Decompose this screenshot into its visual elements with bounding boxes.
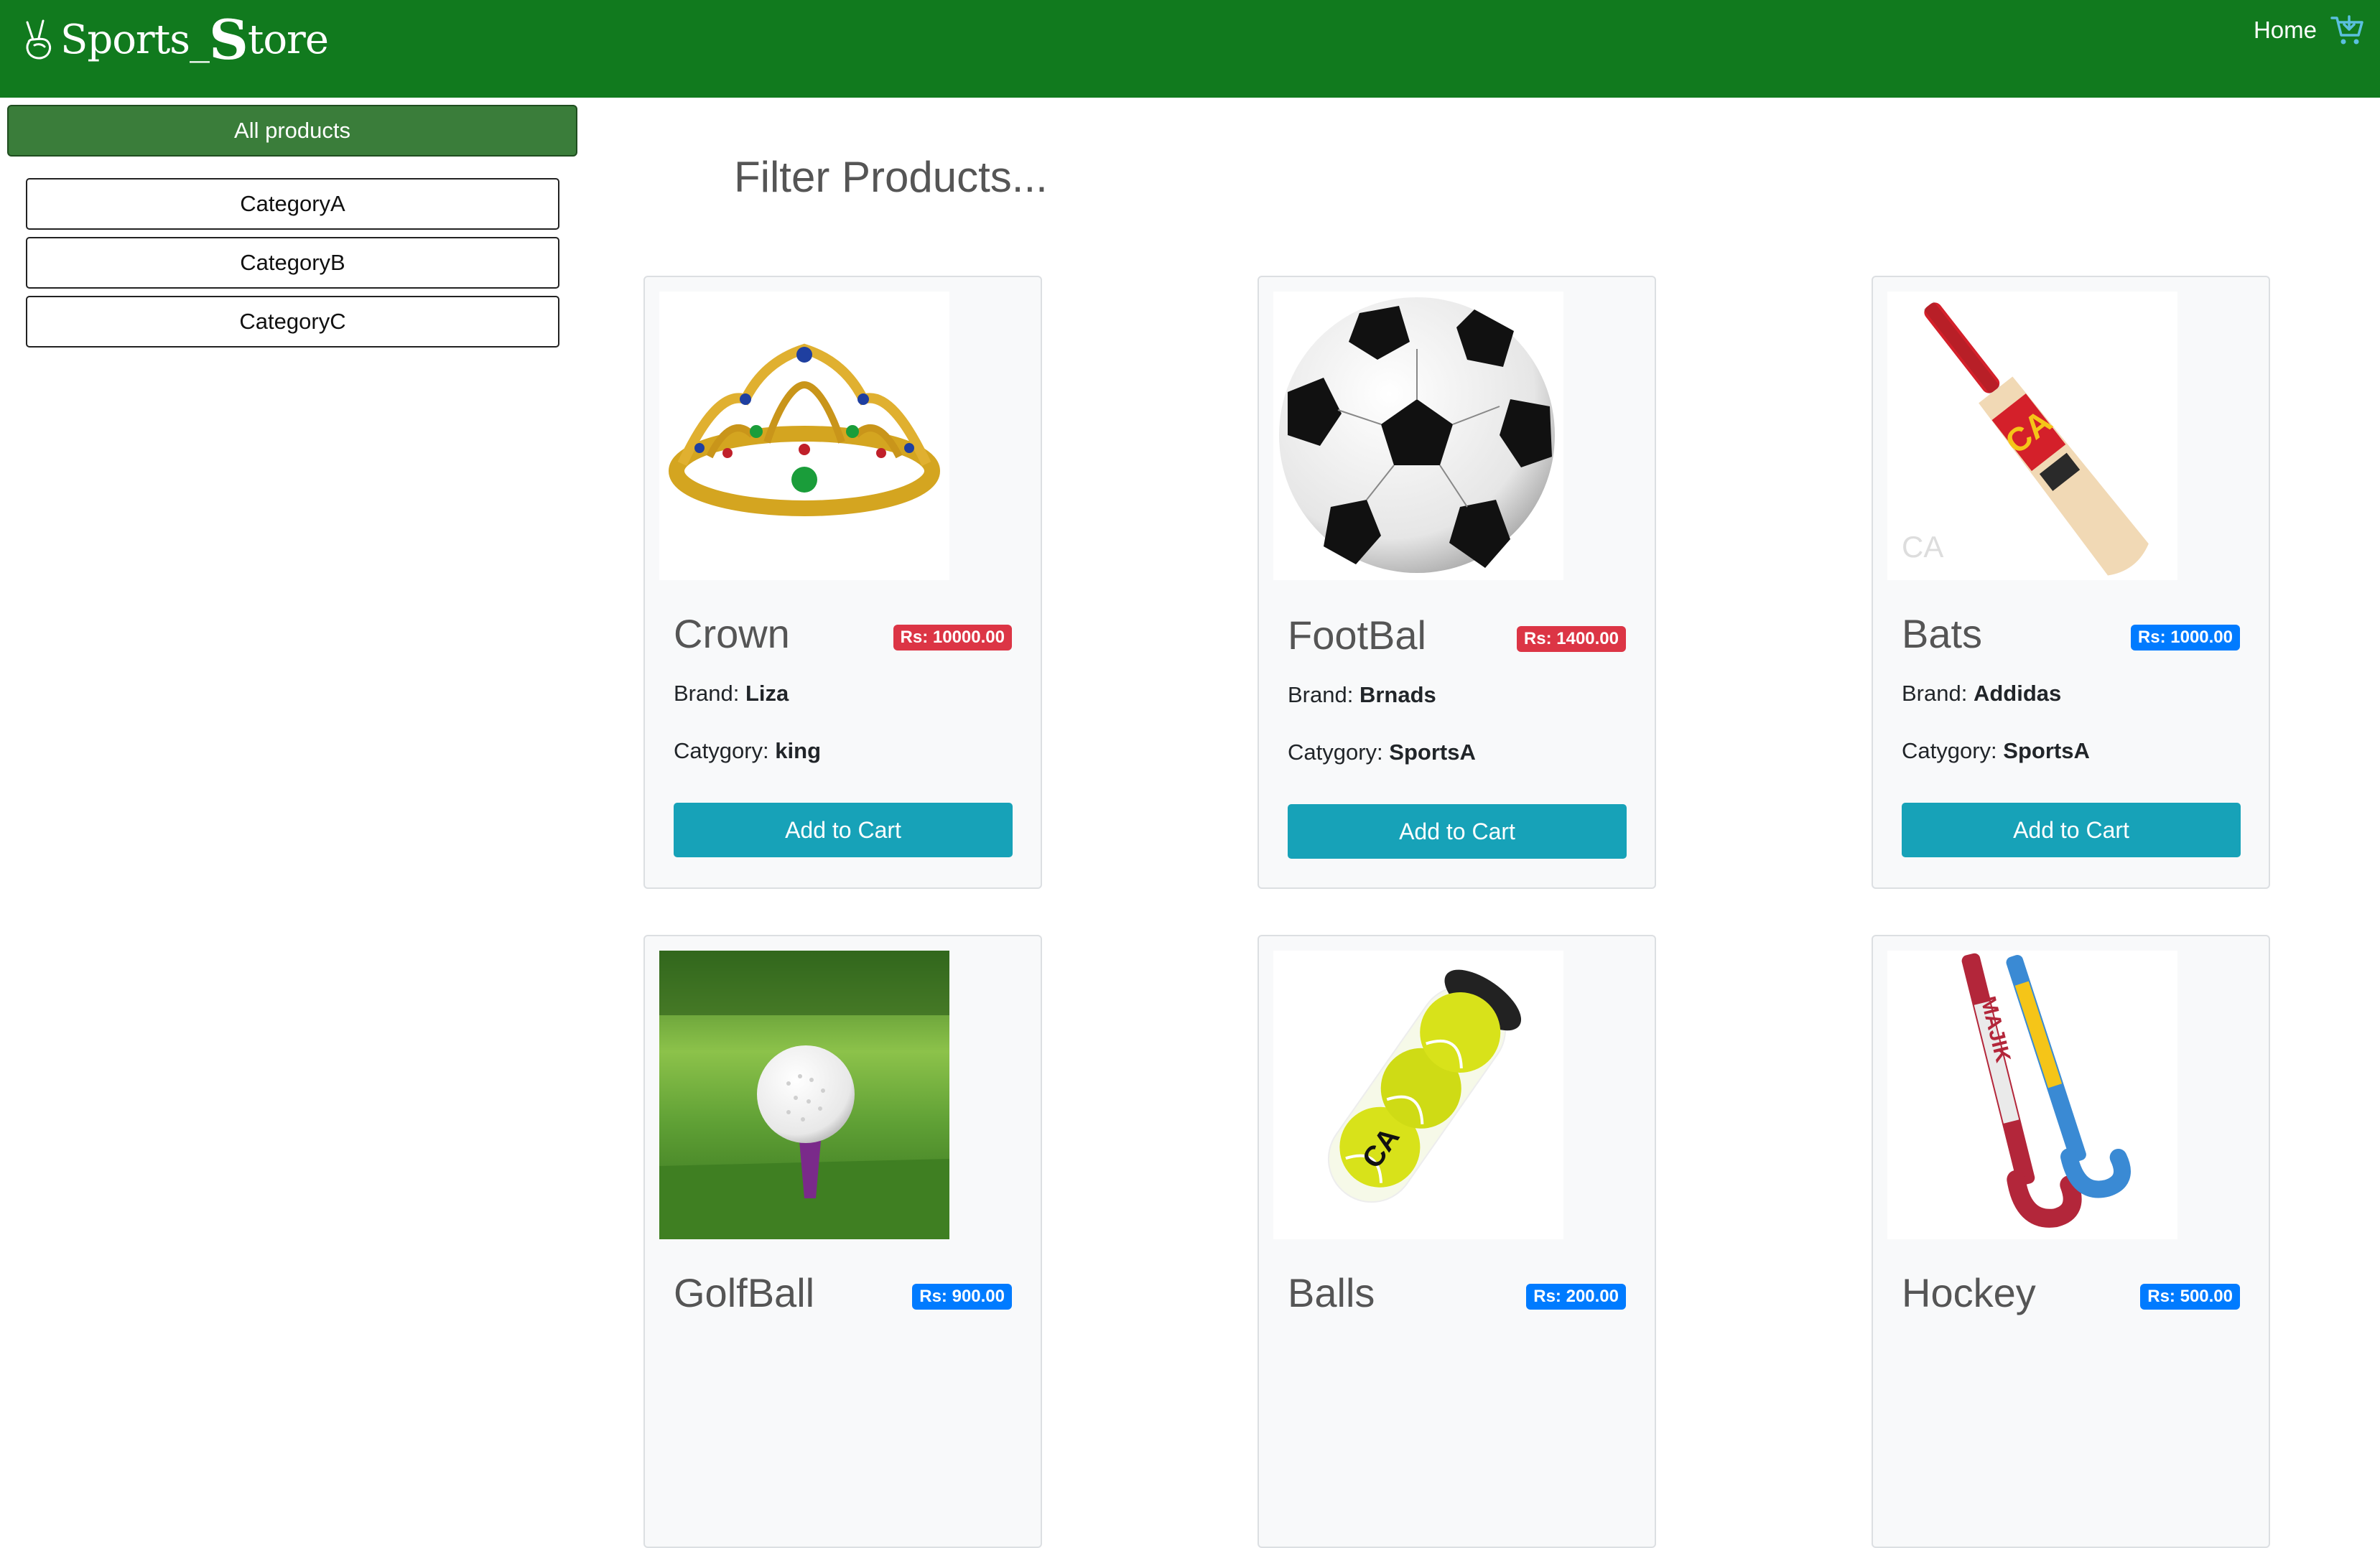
brand-suffix: tore (247, 17, 329, 63)
golf-ball-image (659, 951, 949, 1239)
price-badge: Rs: 10000.00 (893, 625, 1012, 651)
category-label: Catygory: (1902, 738, 2004, 763)
brand-label: Brand: (674, 681, 745, 706)
product-brand: Brand: Liza (674, 681, 789, 707)
product-brand: Brand: Addidas (1902, 681, 2061, 707)
tennis-balls-image: CA (1273, 951, 1563, 1239)
category-value: SportsA (2003, 738, 2090, 763)
category-a-button[interactable]: CategoryA (26, 178, 559, 230)
add-to-cart-button[interactable]: Add to Cart (674, 803, 1013, 857)
page-title: Filter Products... (734, 153, 1048, 201)
brand-value: Liza (745, 681, 789, 706)
product-category: Catygory: SportsA (1902, 738, 2090, 764)
product-card-hockey: MAJIK Hockey Rs: 500.00 (1872, 935, 2270, 1548)
hockey-sticks-image: MAJIK (1887, 951, 2177, 1239)
navbar-right: Home (2254, 10, 2366, 50)
product-card-balls: CA Balls Rs: 200.00 (1258, 935, 1656, 1548)
category-label: Catygory: (1288, 740, 1390, 765)
product-card-crown: Crown Rs: 10000.00 Brand: Liza Catygory:… (643, 276, 1042, 889)
category-b-button[interactable]: CategoryB (26, 237, 559, 289)
brand-prefix: Sports_ (60, 17, 210, 63)
brand-value: Brnads (1359, 682, 1436, 707)
product-name: FootBal (1288, 612, 1426, 658)
category-value: king (775, 738, 822, 763)
brand-label: Brand: (1902, 681, 1974, 706)
product-name: Bats (1902, 611, 1983, 656)
product-name: Hockey (1902, 1270, 2036, 1315)
product-name: Balls (1288, 1270, 1375, 1315)
home-link[interactable]: Home (2254, 10, 2317, 50)
product-name: Crown (674, 611, 790, 656)
product-category: Catygory: king (674, 738, 821, 764)
svg-text:CA: CA (1902, 530, 1943, 564)
product-card-football: FootBal Rs: 1400.00 Brand: Brnads Catygo… (1258, 276, 1656, 889)
cricket-bat-image: CA CA (1887, 292, 2177, 580)
product-brand: Brand: Brnads (1288, 682, 1436, 708)
football-image (1273, 292, 1563, 580)
category-value: SportsA (1389, 740, 1476, 765)
category-c-button[interactable]: CategoryC (26, 296, 559, 348)
price-badge: Rs: 900.00 (912, 1284, 1012, 1310)
product-card-bats: CA CA Bats Rs: 1000.00 Brand: Addidas Ca… (1872, 276, 2270, 889)
navbar: Sports_ Store Home (0, 0, 2380, 98)
add-to-cart-button[interactable]: Add to Cart (1902, 803, 2241, 857)
product-category: Catygory: SportsA (1288, 740, 1476, 765)
price-badge: Rs: 1400.00 (1516, 626, 1626, 652)
all-products-button[interactable]: All products (7, 105, 577, 157)
peace-hand-icon (26, 19, 52, 60)
price-badge: Rs: 200.00 (1526, 1284, 1626, 1310)
product-name: GolfBall (674, 1270, 815, 1315)
add-to-cart-button[interactable]: Add to Cart (1288, 804, 1627, 859)
crown-image (659, 292, 949, 580)
brand-label: Brand: (1288, 682, 1359, 707)
cart-icon[interactable] (2330, 12, 2366, 48)
brand-value: Addidas (1973, 681, 2062, 706)
price-badge: Rs: 500.00 (2140, 1284, 2240, 1310)
product-card-golfball: GolfBall Rs: 900.00 (643, 935, 1042, 1548)
category-label: Catygory: (674, 738, 776, 763)
brand-logo-link[interactable]: Sports_ Store (23, 8, 329, 72)
brand-big-s: S (208, 8, 248, 72)
price-badge: Rs: 1000.00 (2130, 625, 2240, 651)
